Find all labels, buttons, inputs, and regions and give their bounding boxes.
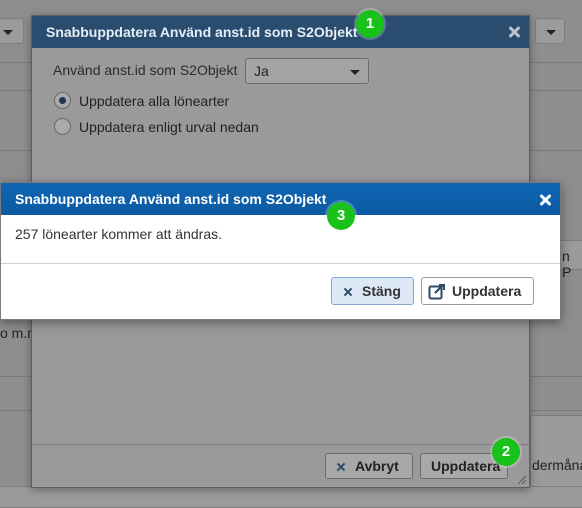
update-button-label: Uppdatera xyxy=(452,283,522,299)
background-bottom-bar xyxy=(0,486,582,508)
close-icon xyxy=(336,462,346,472)
chevron-down-icon xyxy=(3,30,13,35)
close-button[interactable]: Stäng xyxy=(331,277,414,305)
footer-divider xyxy=(32,444,529,445)
select-value: Ja xyxy=(254,63,269,79)
confirm-message: 257 lönearter kommer att ändras. xyxy=(15,226,222,242)
background-text: n P xyxy=(562,248,572,280)
update-button-label: Uppdatera xyxy=(431,458,501,474)
close-icon[interactable] xyxy=(507,25,521,39)
field-label: Använd anst.id som S2Objekt xyxy=(53,62,238,78)
dialog-title: Snabbuppdatera Använd anst.id som S2Obje… xyxy=(1,183,560,215)
update-button[interactable]: Uppdatera xyxy=(421,277,534,305)
background-text: dermåna xyxy=(532,457,582,473)
resize-grip-icon[interactable] xyxy=(516,474,526,484)
cancel-button-label: Avbryt xyxy=(355,458,399,474)
radio-update-all-label: Uppdatera alla lönearter xyxy=(79,93,230,109)
cancel-button[interactable]: Avbryt xyxy=(325,453,413,479)
footer-divider xyxy=(1,263,560,264)
marker-1: 1 xyxy=(356,10,384,38)
close-button-label: Stäng xyxy=(362,283,401,299)
close-icon xyxy=(343,287,353,297)
marker-3: 3 xyxy=(327,202,355,230)
marker-2: 2 xyxy=(492,438,520,466)
radio-update-selection-label: Uppdatera enligt urval nedan xyxy=(79,119,259,135)
background-dropdown-left xyxy=(0,18,24,44)
radio-update-all[interactable] xyxy=(54,92,71,109)
radio-update-selection[interactable] xyxy=(54,118,71,135)
use-employee-id-select[interactable]: Ja xyxy=(245,58,369,84)
close-icon[interactable] xyxy=(538,193,552,207)
background-dropdown-right xyxy=(535,18,565,44)
confirm-dialog: Snabbuppdatera Använd anst.id som S2Obje… xyxy=(0,182,561,320)
dialog-title: Snabbuppdatera Använd anst.id som S2Obje… xyxy=(32,16,529,48)
chevron-down-icon xyxy=(546,30,556,35)
edit-icon xyxy=(428,284,445,300)
chevron-down-icon xyxy=(350,70,360,75)
